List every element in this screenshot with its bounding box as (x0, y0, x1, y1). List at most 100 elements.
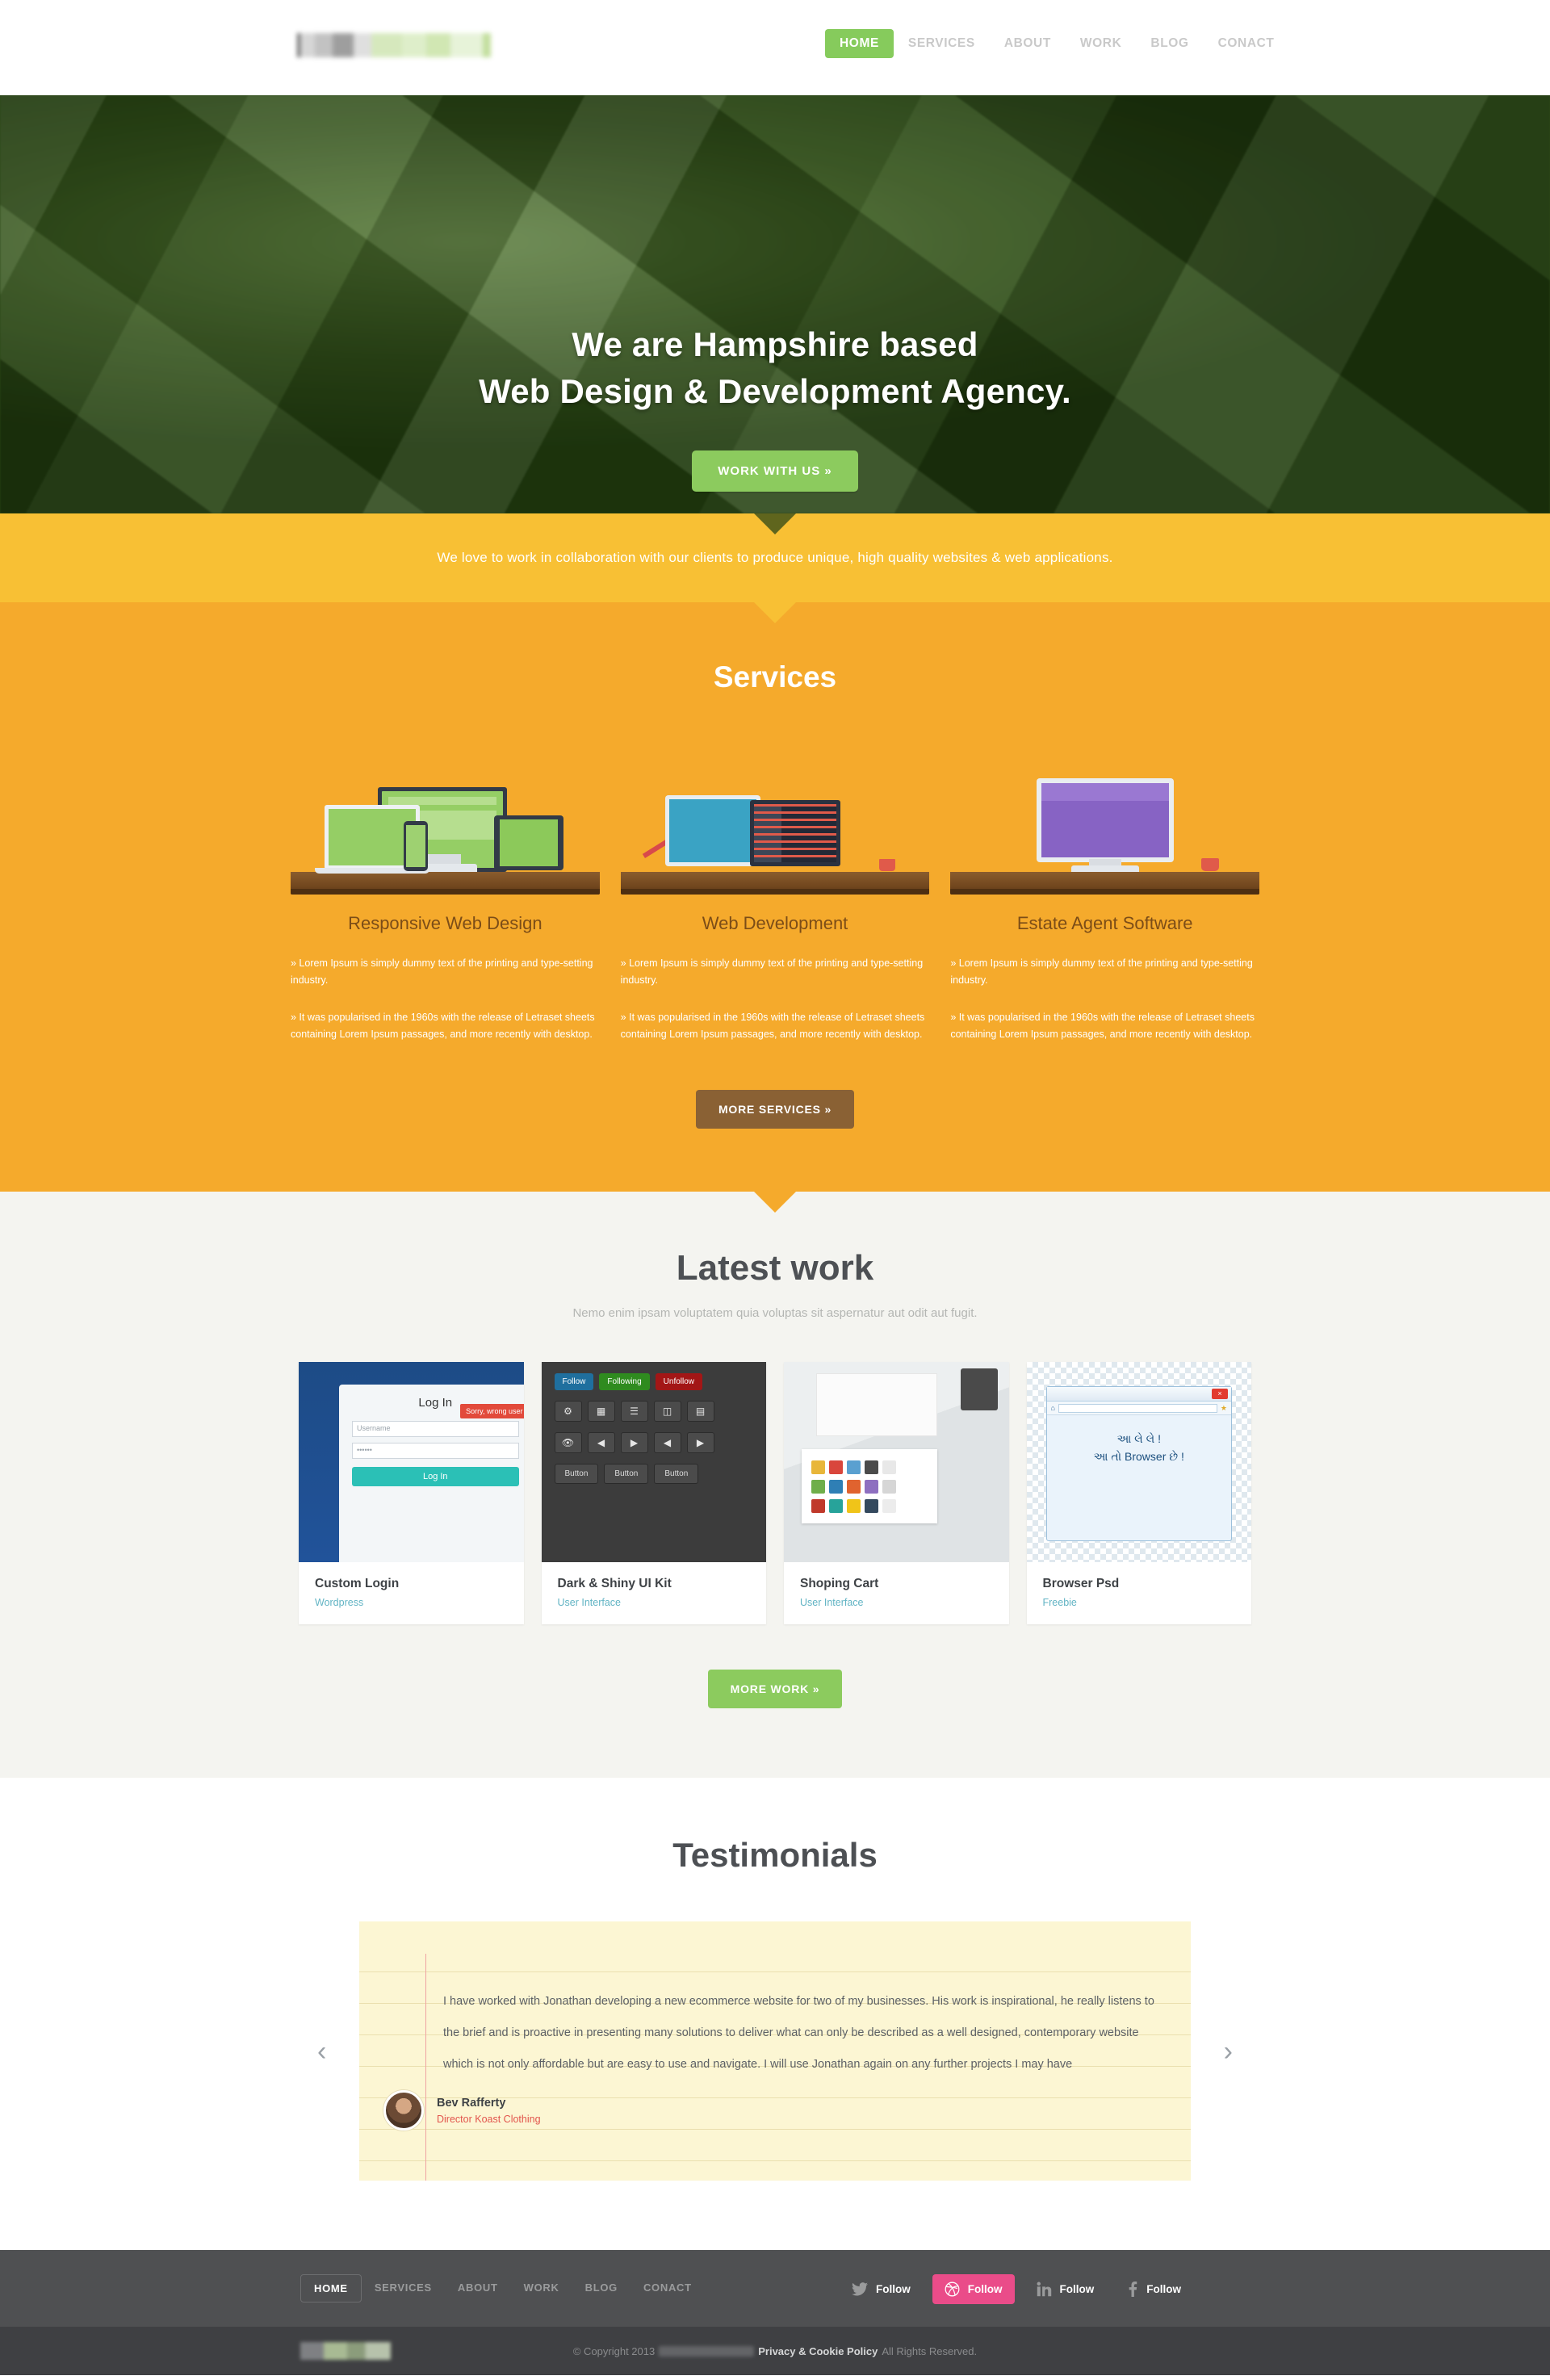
code-monitor-icon (749, 800, 840, 866)
services-notch-arrow (754, 1192, 796, 1213)
latest-work-section: Latest work Nemo enim ipsam voluptatem q… (0, 1192, 1550, 1778)
ruled-paper: I have worked with Jonathan developing a… (359, 1954, 1191, 2181)
service-card-estate-agent-software: Estate Agent Software » Lorem Ipsum is s… (950, 741, 1260, 1043)
footer-nav-conact[interactable]: CONACT (630, 2274, 705, 2302)
gear-icon: ⚙ (554, 1401, 582, 1422)
login-submit-button: Log In (352, 1467, 519, 1486)
more-work-button[interactable]: MORE WORK » (707, 1670, 843, 1708)
dribbble-icon (945, 2282, 960, 2297)
footer-nav-blog[interactable]: BLOG (572, 2274, 630, 2302)
copyright-suffix: All Rights Reserved. (882, 2344, 978, 2357)
monitor-icon (664, 795, 760, 866)
smartphone-icon (404, 821, 428, 871)
kit-button-3: Button (654, 1464, 699, 1484)
service-card-responsive-web-design: Responsive Web Design » Lorem Ipsum is s… (291, 741, 600, 1043)
star-icon: ★ (1220, 1403, 1227, 1412)
estate-software-icon (950, 741, 1260, 895)
copyright-text: © Copyright 2013 Privacy & Cookie Policy… (573, 2345, 977, 2357)
twitter-icon (852, 2282, 868, 2296)
work-card-title: Dark & Shiny UI Kit (557, 1577, 672, 1590)
nav-item-services[interactable]: SERVICES (894, 29, 990, 58)
nav-item-work[interactable]: WORK (1066, 29, 1136, 58)
nav-item-about[interactable]: ABOUT (990, 29, 1066, 58)
hero-heading: We are Hampshire based Web Design & Deve… (0, 321, 1550, 415)
grid-view-icon: ▦ (587, 1401, 615, 1422)
linkedin-follow-button[interactable]: Follow (1024, 2274, 1107, 2304)
nav-item-blog[interactable]: BLOG (1136, 29, 1203, 58)
home-icon: ⌂ (1050, 1404, 1055, 1412)
work-card-category[interactable]: User Interface (558, 1597, 751, 1608)
work-card-dark-shiny-ui-kit[interactable]: Follow Following Unfollow ⚙ ▦ ☰ ◫ ▤ 👁 ◀ … (541, 1362, 766, 1624)
close-icon: × (1212, 1389, 1228, 1399)
service-bullet-1: » Lorem Ipsum is simply dummy text of th… (620, 957, 924, 986)
work-with-us-button[interactable]: WORK WITH US » (692, 450, 858, 492)
work-thumbnail: Log In Username •••••• Log In Sorry, wro… (299, 1362, 524, 1562)
footer-nav-services[interactable]: SERVICES (362, 2274, 445, 2302)
work-card-browser-psd[interactable]: × ⌂ ★ આ લે લે ! આ તો Browser છે ! Browse… (1026, 1362, 1251, 1624)
facebook-follow-button[interactable]: Follow (1116, 2274, 1193, 2304)
work-card-shoping-cart[interactable]: Shoping Cart User Interface (784, 1362, 1009, 1624)
logo-image (297, 33, 491, 57)
hero-notch-arrow (754, 513, 796, 534)
author-role: Director Koast Clothing (437, 2113, 541, 2125)
browser-titlebar: × (1046, 1387, 1231, 1402)
footer-nav-home[interactable]: HOME (300, 2274, 362, 2302)
privacy-policy-link[interactable]: Privacy & Cookie Policy (758, 2345, 878, 2357)
kit-button-2: Button (604, 1464, 649, 1484)
site-logo[interactable] (297, 31, 491, 60)
column-view-icon: ◫ (653, 1401, 681, 1422)
dribbble-follow-label: Follow (967, 2283, 1003, 2295)
work-heading: Latest work (676, 1248, 874, 1288)
work-thumbnail: Follow Following Unfollow ⚙ ▦ ☰ ◫ ▤ 👁 ◀ … (541, 1362, 766, 1562)
person-photo (960, 1368, 998, 1410)
login-error-badge: Sorry, wrong user (460, 1404, 524, 1418)
services-heading: Services (713, 660, 837, 693)
desk-surface (291, 872, 600, 895)
twitter-follow-label: Follow (876, 2283, 911, 2295)
nav-item-home[interactable]: HOME (825, 29, 894, 58)
monitor-foot (1070, 865, 1139, 872)
testimonial-card: ‹ › I have worked with Jonathan developi… (317, 1921, 1233, 2181)
copyright-bar: © Copyright 2013 Privacy & Cookie Policy… (0, 2327, 1550, 2375)
testimonials-heading: Testimonials (672, 1836, 878, 1874)
browser-page-text: આ લે લે ! આ તો Browser છે ! (1093, 1432, 1184, 1463)
prev-icon-2: ◀ (653, 1432, 681, 1453)
paper-margin-line (425, 1954, 426, 2181)
more-services-button[interactable]: MORE SERVICES » (695, 1090, 855, 1129)
service-bullet-2: » It was popularised in the 1960s with t… (291, 1012, 595, 1040)
footer-nav-about[interactable]: ABOUT (445, 2274, 511, 2302)
service-title: Responsive Web Design (348, 913, 542, 933)
service-title: Web Development (702, 913, 848, 933)
twitter-follow-button[interactable]: Follow (840, 2275, 923, 2303)
footer-nav-work[interactable]: WORK (511, 2274, 572, 2302)
social-links: Follow Follow Follow Follow (840, 2274, 1193, 2304)
service-bullet-1: » Lorem Ipsum is simply dummy text of th… (291, 957, 593, 986)
follow-pill: Follow (554, 1373, 594, 1390)
work-card-category[interactable]: Freebie (1043, 1597, 1236, 1608)
work-card-category[interactable]: User Interface (800, 1597, 993, 1608)
dribbble-follow-button[interactable]: Follow (932, 2274, 1015, 2304)
site-header: HOME SERVICES ABOUT WORK BLOG CONACT (0, 0, 1550, 95)
nav-item-conact[interactable]: CONACT (1204, 29, 1289, 58)
unfollow-pill: Unfollow (655, 1373, 703, 1390)
responsive-devices-icon (291, 741, 600, 895)
next-icon: ▶ (620, 1432, 648, 1453)
coffee-cup-icon (879, 859, 896, 871)
services-grid: Responsive Web Design » Lorem Ipsum is s… (291, 741, 1260, 1043)
copyright-prefix: © Copyright 2013 (572, 2344, 656, 2357)
coffee-cup-icon (1201, 858, 1220, 871)
footer-navigation: HOME SERVICES ABOUT WORK BLOG CONACT (300, 2274, 705, 2302)
developer-desk-icon (620, 741, 930, 895)
work-card-category[interactable]: Wordpress (315, 1597, 508, 1608)
facebook-icon (1128, 2282, 1138, 2297)
service-card-web-development: Web Development » Lorem Ipsum is simply … (620, 741, 930, 1043)
testimonial-quote: I have worked with Jonathan developing a… (443, 1995, 1154, 2071)
service-bullet-1: » Lorem Ipsum is simply dummy text of th… (950, 957, 1253, 986)
password-field: •••••• (352, 1443, 519, 1459)
testimonial-next-button[interactable]: › (1224, 2038, 1233, 2065)
testimonial-prev-button[interactable]: ‹ (317, 2038, 326, 2065)
prev-icon: ◀ (587, 1432, 615, 1453)
copyright-company-name (659, 2345, 755, 2357)
monitor-icon (1036, 778, 1174, 862)
work-card-custom-login[interactable]: Log In Username •••••• Log In Sorry, wro… (299, 1362, 524, 1624)
